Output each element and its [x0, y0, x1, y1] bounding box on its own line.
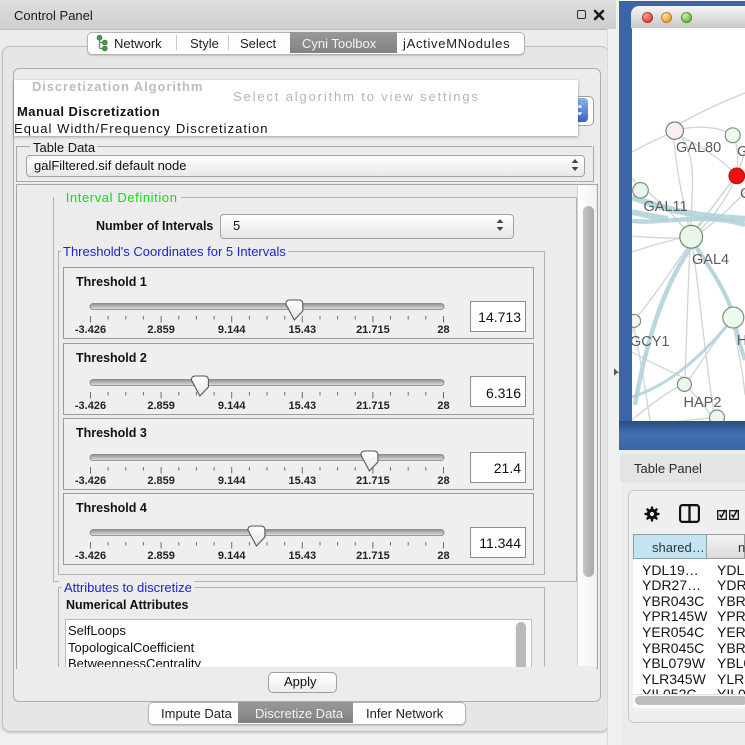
- svg-text:-3.426: -3.426: [75, 324, 106, 336]
- svg-text:2.859: 2.859: [147, 324, 175, 336]
- svg-text:15.43: 15.43: [289, 400, 317, 412]
- svg-text:2.859: 2.859: [147, 475, 175, 487]
- svg-text:21.715: 21.715: [356, 324, 390, 336]
- svg-text:15.43: 15.43: [289, 550, 317, 562]
- svg-text:GAL4: GAL4: [692, 252, 729, 268]
- svg-text:15.43: 15.43: [289, 475, 317, 487]
- svg-text:GCY1: GCY1: [632, 334, 670, 350]
- svg-text:21.715: 21.715: [356, 550, 390, 562]
- svg-text:9.144: 9.144: [218, 400, 246, 412]
- svg-text:28: 28: [437, 550, 449, 562]
- svg-text:H: H: [737, 333, 745, 349]
- svg-text:21.715: 21.715: [356, 475, 390, 487]
- svg-text:G: G: [737, 144, 745, 160]
- svg-text:GAL80: GAL80: [676, 140, 721, 156]
- svg-text:2.859: 2.859: [147, 400, 175, 412]
- svg-text:C: C: [740, 186, 745, 202]
- svg-text:28: 28: [437, 475, 449, 487]
- svg-text:9.144: 9.144: [218, 324, 246, 336]
- svg-text:15.43: 15.43: [289, 324, 317, 336]
- svg-text:9.144: 9.144: [218, 550, 246, 562]
- svg-text:28: 28: [437, 324, 449, 336]
- svg-text:2.859: 2.859: [147, 550, 175, 562]
- svg-text:-3.426: -3.426: [75, 400, 106, 412]
- svg-text:GAL11: GAL11: [644, 199, 688, 215]
- svg-text:-3.426: -3.426: [75, 475, 106, 487]
- svg-text:-3.426: -3.426: [75, 550, 106, 562]
- svg-text:28: 28: [437, 400, 449, 412]
- svg-text:21.715: 21.715: [356, 400, 390, 412]
- svg-text:HAP2: HAP2: [684, 395, 722, 411]
- svg-text:9.144: 9.144: [218, 475, 246, 487]
